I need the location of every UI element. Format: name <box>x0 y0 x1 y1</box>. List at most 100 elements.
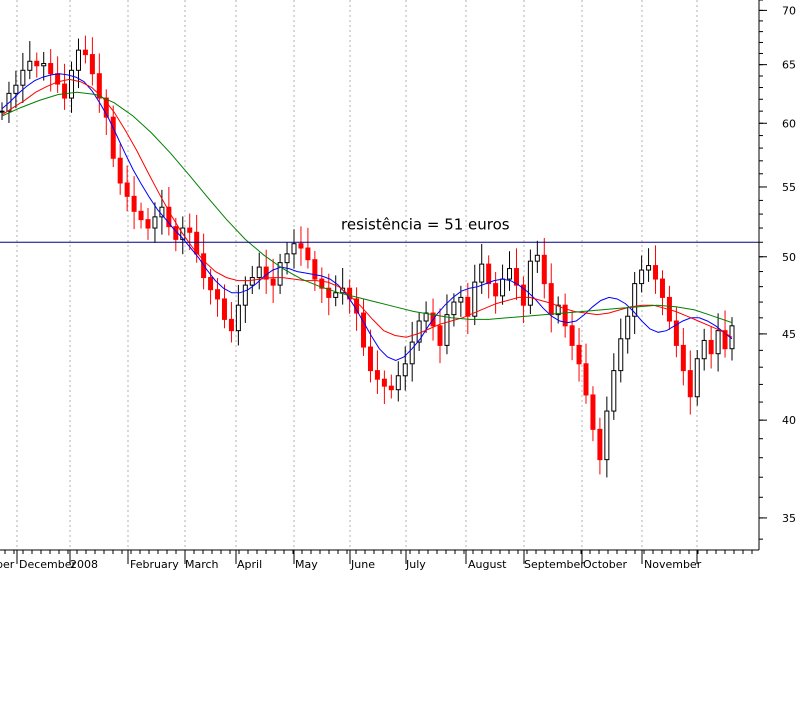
candle-body <box>548 283 554 316</box>
candle-body <box>604 410 610 461</box>
candle-body <box>89 54 95 75</box>
candle-body <box>611 370 617 412</box>
candle-body <box>291 243 297 255</box>
candle-body <box>639 269 645 285</box>
candle-body <box>305 247 311 261</box>
y-tick-label: 70 <box>782 4 796 17</box>
candle-body <box>82 49 88 56</box>
candle-body <box>486 263 492 285</box>
candle-body <box>228 318 234 332</box>
candle-body <box>13 84 19 94</box>
candle-body <box>131 195 137 212</box>
candle-body <box>235 304 241 332</box>
candle-body <box>110 116 116 159</box>
candle-body <box>242 284 248 306</box>
candle-body <box>152 216 158 229</box>
y-tick-label: 65 <box>782 59 796 72</box>
candle-body <box>493 283 499 297</box>
x-tick-label: April <box>237 558 262 571</box>
candle-body <box>312 259 318 280</box>
candle-body <box>361 312 367 348</box>
candle-body <box>374 370 380 380</box>
candle-body <box>145 219 151 229</box>
candle-body <box>479 263 485 283</box>
y-tick-label: 40 <box>782 414 796 427</box>
candle-body <box>395 375 401 391</box>
candle-body <box>625 315 631 340</box>
axes: 35 40 45 50 55 60 65 70 ber December2008 February M… <box>0 0 796 571</box>
candle-body <box>694 358 700 398</box>
candle-body <box>215 289 221 300</box>
candle-body <box>333 292 339 298</box>
candle-body <box>263 266 269 280</box>
resistance-annotation: resistência = 51 euros <box>341 215 510 233</box>
y-tick-label: 35 <box>782 512 796 525</box>
candle-body <box>653 265 659 280</box>
gridlines <box>16 0 698 550</box>
candle-body <box>367 346 373 372</box>
candle-body <box>680 344 686 372</box>
candle-body <box>409 341 415 365</box>
x-tick-label: August <box>468 558 507 571</box>
y-tick-label: 60 <box>782 117 796 130</box>
candle-body <box>583 363 589 396</box>
candle-body <box>20 69 26 86</box>
candle-body <box>41 63 47 67</box>
x-tick-label: February <box>130 558 179 571</box>
candle-body <box>590 394 596 430</box>
x-tick-label: June <box>350 558 375 571</box>
candle-body <box>597 428 603 461</box>
candle-body <box>659 278 665 298</box>
candle-body <box>576 344 582 365</box>
x-tick-label: March <box>185 558 219 571</box>
candle-body <box>270 278 276 286</box>
x-tick-label: September <box>524 558 585 571</box>
x-tick-label: May <box>295 558 318 571</box>
candle-body <box>34 60 40 67</box>
candle-body <box>0 110 5 113</box>
candle-body <box>437 325 443 346</box>
candle-body <box>69 69 75 99</box>
candle-body <box>75 49 81 71</box>
candle-body <box>444 314 450 346</box>
x-tick-label: November <box>644 558 702 571</box>
candle-body <box>381 378 387 387</box>
candle-body <box>48 63 54 75</box>
candle-body <box>701 339 707 360</box>
candle-body <box>117 157 123 184</box>
candle-body <box>687 370 693 398</box>
candle-body <box>187 227 193 233</box>
y-tick-label: 45 <box>782 328 796 341</box>
y-tick-label: 55 <box>782 181 796 194</box>
candle-body <box>27 60 33 71</box>
x-tick-label: July <box>405 558 426 571</box>
candle-body <box>534 254 540 262</box>
candle-body <box>402 363 408 377</box>
candle-body <box>221 298 227 320</box>
candle-body <box>249 277 255 286</box>
candle-body <box>465 296 471 317</box>
candle-body <box>256 266 262 279</box>
candle-body <box>507 268 513 280</box>
resistance: resistência = 51 euros <box>0 215 759 243</box>
candle-body <box>458 296 464 303</box>
candle-body <box>388 385 394 391</box>
candle-body <box>646 265 652 271</box>
x-tick-label: 2008 <box>70 558 98 571</box>
candle-body <box>569 325 575 346</box>
candle-body <box>708 339 714 355</box>
candle-body <box>527 260 533 306</box>
candle-body <box>500 278 506 297</box>
x-tick-label: ber <box>0 558 15 571</box>
candle-body <box>715 330 721 355</box>
price-chart: resistência = 51 euros 35 40 45 50 55 60 65 70 b… <box>0 0 796 571</box>
candle-body <box>298 243 304 249</box>
candle-body <box>618 338 624 372</box>
candle-body <box>284 253 290 264</box>
candle-body <box>541 254 547 285</box>
x-tick-label: October <box>583 558 627 571</box>
x-tick-label: December <box>19 558 77 571</box>
candle-body <box>208 277 214 291</box>
chart-container: resistência = 51 euros 35 40 45 50 55 60 65 70 b… <box>0 0 806 720</box>
candle-body <box>124 182 130 197</box>
